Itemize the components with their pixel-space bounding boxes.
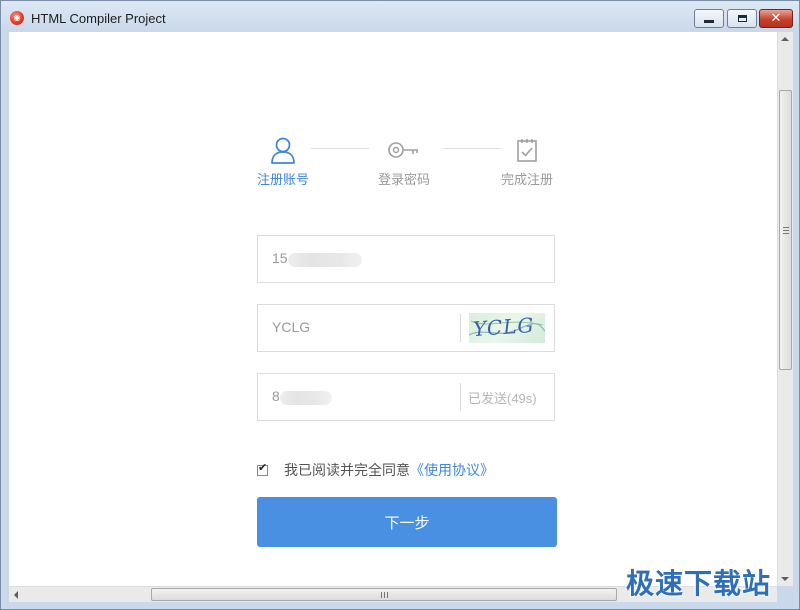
masked-digits [280,391,332,405]
step-label: 登录密码 [377,173,430,188]
scroll-up-icon[interactable] [781,37,789,41]
maximize-button[interactable] [727,9,757,28]
next-step-button[interactable]: 下一步 [257,497,557,547]
app-window: ◉ HTML Compiler Project ✕ 注册账号 登录密码 完成注册… [0,0,800,610]
registration-panel: 注册账号 登录密码 完成注册 15 YCLG YCLG 8 已发送(49s) ✔… [9,32,777,586]
sms-code-input[interactable]: 8 已发送(49s) [257,373,555,421]
step-register-account: 注册账号 [238,135,328,188]
vertical-scrollbar[interactable] [777,32,793,586]
step-label: 完成注册 [500,173,553,188]
agreement-text: 我已阅读并完全同意 [284,463,410,479]
window-title: HTML Compiler Project [31,11,166,26]
step-login-password: 登录密码 [359,135,449,188]
check-icon: ✔ [258,460,268,474]
app-logo-icon: ◉ [10,11,24,25]
horizontal-scroll-thumb[interactable] [151,588,617,601]
step-label: 注册账号 [256,173,309,188]
field-divider [460,314,461,342]
close-button[interactable]: ✕ [759,9,793,28]
terms-link[interactable]: 《使用协议》 [410,460,494,480]
close-icon: ✕ [770,11,782,26]
captcha-input[interactable]: YCLG YCLG [257,304,555,352]
phone-value: 15 [272,250,288,266]
masked-digits [288,253,362,267]
user-icon [238,135,328,165]
minimize-icon [704,20,714,23]
sms-code-value: 8 [272,388,280,404]
vertical-scroll-thumb[interactable] [779,90,792,370]
captcha-image[interactable]: YCLG [469,313,545,343]
clipboard-check-icon [482,135,572,165]
key-icon [359,135,449,165]
minimize-button[interactable] [694,9,724,28]
title-bar[interactable]: ◉ HTML Compiler Project ✕ [1,1,799,35]
captcha-value: YCLG [272,319,311,335]
agreement-checkbox[interactable]: ✔ [257,460,268,476]
field-divider [460,383,461,411]
maximize-icon [737,15,747,22]
resend-sms-button[interactable]: 已发送(49s) [468,388,537,407]
agreement-row: ✔ 我已阅读并完全同意 《使用协议》 [257,460,494,480]
site-watermark: 极速下载站 [626,567,772,600]
captcha-image-text: YCLG [472,313,536,342]
step-complete-registration: 完成注册 [482,135,572,188]
scroll-left-icon[interactable] [14,591,18,599]
phone-input[interactable]: 15 [257,235,555,283]
scroll-down-icon[interactable] [781,577,789,581]
